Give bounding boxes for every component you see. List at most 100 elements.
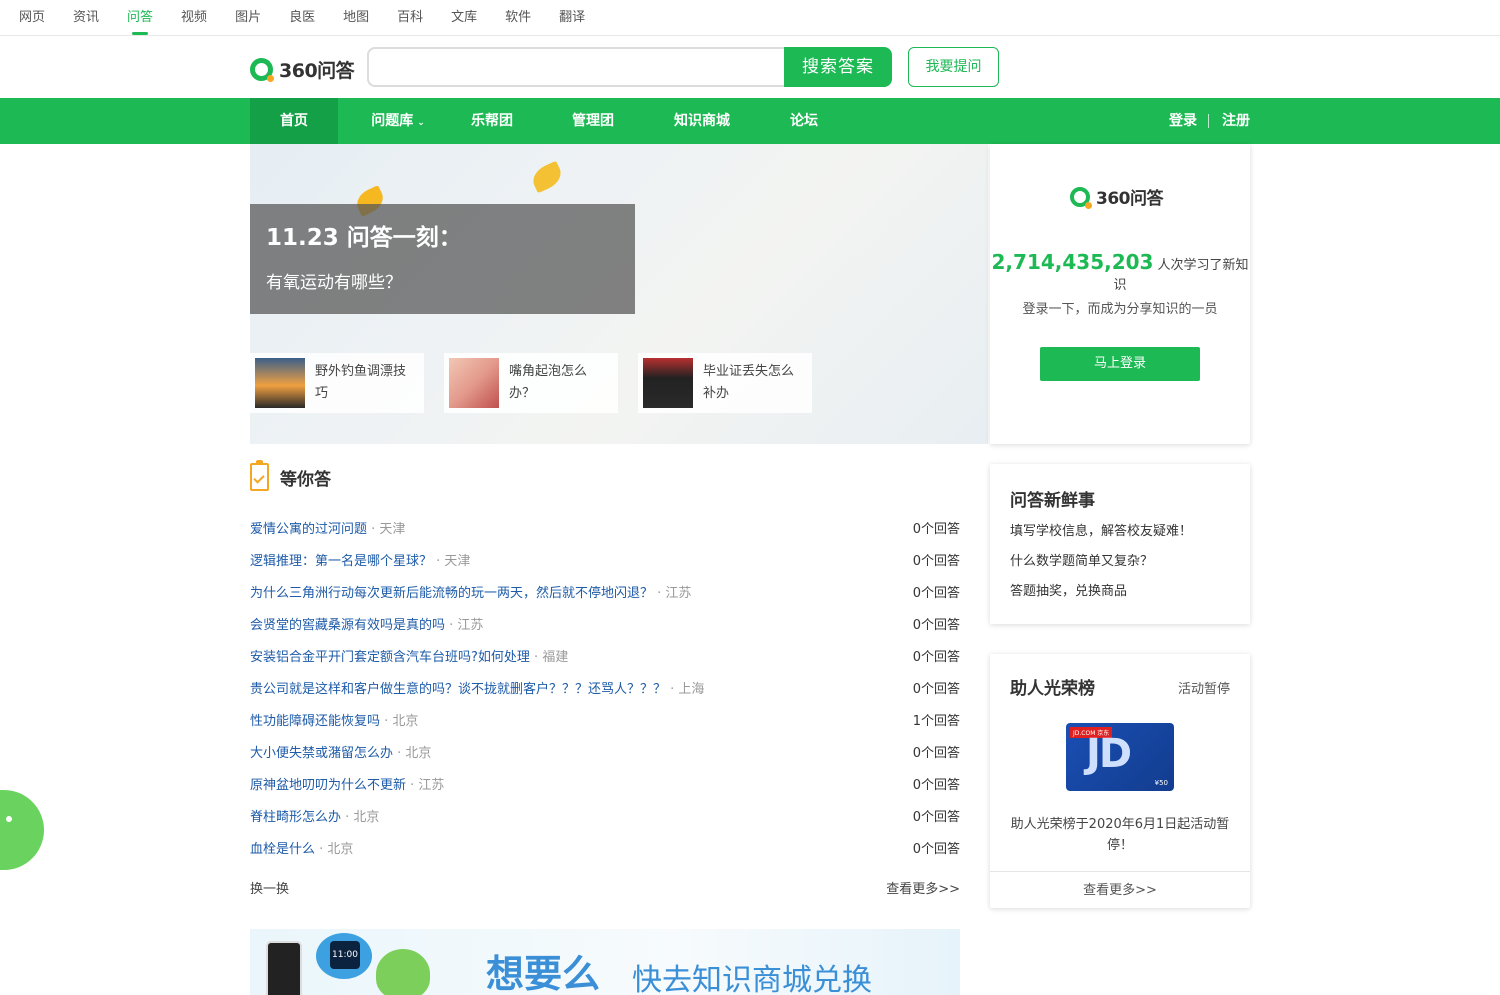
question-location-sep: ·	[432, 554, 445, 569]
search-button[interactable]: 搜索答案	[784, 47, 892, 87]
mall-promo-banner[interactable]: 11:00 想要么 快去知识商城兑换	[250, 929, 960, 995]
question-location-sep: ·	[666, 682, 679, 697]
site-logo[interactable]: 360问答	[250, 56, 355, 83]
question-link[interactable]: 逻辑推理：第一名是哪个星球？	[250, 554, 432, 569]
qa-news-panel: 问答新鲜事 填写学校信息，解答校友疑难！ 什么数学题简单又复杂？ 答题抽奖，兑换…	[990, 464, 1250, 624]
question-link[interactable]: 贵公司就是这样和客户做生意的吗？谈不拢就删客户？？？还骂人？？？	[250, 682, 666, 697]
wait-answer-title: 等你答	[280, 469, 331, 490]
banner-card-text: 毕业证丢失怎么补办	[703, 364, 795, 401]
login-panel: 360问答 2,714,435,203 人次学习了新知识 登录一下，而成为分享知识…	[990, 144, 1250, 444]
banner-title: 11.23 问答一刻：	[266, 225, 462, 251]
question-link[interactable]: 血栓是什么	[250, 842, 315, 857]
menu-question-bank-label: 问题库	[371, 113, 414, 129]
question-row: 血栓是什么 · 北京 0个回答	[250, 834, 960, 866]
mascot-widget[interactable]	[0, 790, 44, 870]
question-link[interactable]: 安装铝合金平开门套定额含汽车台班吗?如何处理	[250, 650, 530, 665]
question-link[interactable]: 大小便失禁或潴留怎么办	[250, 746, 393, 761]
honor-rank-panel: 助人光荣榜 活动暂停 JD.COM 京东 JD ¥50 助人光荣榜于2020年6…	[990, 654, 1250, 908]
header: 360问答 搜索答案 我要提问	[0, 36, 1500, 98]
banner-card-lips[interactable]: 嘴角起泡怎么办？	[444, 353, 618, 413]
question-row: 为什么三角洲行动每次更新后能流畅的玩一两天，然后就不停地闪退？ · 江苏 0个回答	[250, 578, 960, 610]
channel-doctor[interactable]: 良医	[289, 0, 315, 36]
learn-counter: 2,714,435,203 人次学习了新知识	[990, 250, 1250, 293]
banner-subtitle: 有氧运动有哪些？	[266, 273, 402, 293]
featured-banner[interactable]: 11.23 问答一刻： 有氧运动有哪些？ 野外钓鱼调漂技巧 嘴角起泡怎么办？ 毕…	[250, 144, 988, 444]
question-location: 江苏	[457, 618, 484, 633]
banner-card-diploma[interactable]: 毕业证丢失怎么补办	[638, 353, 812, 413]
question-list: 爱情公寓的过河问题 · 天津 0个回答 逻辑推理：第一名是哪个星球？ · 天津 0个…	[250, 514, 960, 866]
watch-face: 11:00	[330, 941, 360, 969]
question-location-sep: ·	[367, 522, 380, 537]
question-location-sep: ·	[393, 746, 406, 761]
menu-admin-group[interactable]: 管理团	[563, 98, 623, 144]
news-item[interactable]: 答题抽奖，兑换商品	[1010, 577, 1230, 607]
channel-map[interactable]: 地图	[343, 0, 369, 36]
promo-headline: 想要么	[486, 952, 601, 995]
question-link[interactable]: 为什么三角洲行动每次更新后能流畅的玩一两天，然后就不停地闪退？	[250, 586, 653, 601]
question-row: 贵公司就是这样和客户做生意的吗？谈不拢就删客户？？？还骂人？？？ · 上海 0个回…	[250, 674, 960, 706]
banner-card-text: 嘴角起泡怎么办？	[509, 364, 588, 401]
banner-card-text: 野外钓鱼调漂技巧	[315, 364, 407, 401]
question-link[interactable]: 会贤堂的窖藏桑源有效吗是真的吗	[250, 618, 445, 633]
channel-qa[interactable]: 问答	[127, 0, 153, 36]
question-link[interactable]: 爱情公寓的过河问题	[250, 522, 367, 537]
main-menu: 首页 问题库 ⌄ 乐帮团 管理团 知识商城 论坛 登录 注册	[0, 98, 1500, 144]
jd-gift-card-image: JD.COM 京东 JD ¥50	[1066, 723, 1174, 791]
question-location: 北京	[353, 810, 380, 825]
channel-translate[interactable]: 翻译	[559, 0, 585, 36]
question-link[interactable]: 原神盆地叨叨为什么不更新	[250, 778, 406, 793]
question-location: 北京	[392, 714, 419, 729]
question-location-sep: ·	[529, 650, 543, 665]
banner-headline-card[interactable]: 11.23 问答一刻： 有氧运动有哪些？	[250, 204, 635, 314]
channel-web[interactable]: 网页	[19, 0, 45, 36]
learn-count: 2,714,435,203	[991, 250, 1154, 274]
question-row: 原神盆地叨叨为什么不更新 · 江苏 0个回答	[250, 770, 960, 802]
channel-software[interactable]: 软件	[505, 0, 531, 36]
login-link[interactable]: 登录	[1169, 98, 1197, 144]
channel-wenku[interactable]: 文库	[451, 0, 477, 36]
lips-closeup-image	[449, 358, 499, 408]
question-location: 天津	[379, 522, 406, 537]
login-tip: 登录一下，而成为分享知识的一员	[1022, 302, 1218, 317]
panel-logo: 360问答	[1070, 184, 1164, 209]
jd-card-letters: JD	[1086, 731, 1132, 777]
channel-baike[interactable]: 百科	[397, 0, 423, 36]
banner-card-fishing[interactable]: 野外钓鱼调漂技巧	[250, 353, 424, 413]
more-questions-link[interactable]: 查看更多>>	[886, 878, 960, 897]
channel-nav: 网页 资讯 问答 视频 图片 良医 地图 百科 文库 软件 翻译	[0, 0, 1500, 36]
channel-news[interactable]: 资讯	[73, 0, 99, 36]
leaf-decoration	[528, 160, 566, 194]
question-link[interactable]: 脊柱畸形怎么办	[250, 810, 341, 825]
question-location-sep: ·	[653, 586, 666, 601]
wait-answer-header: 等你答	[250, 460, 331, 491]
answer-count: 0个回答	[912, 810, 960, 825]
menu-helper-group[interactable]: 乐帮团	[462, 98, 522, 144]
menu-knowledge-mall[interactable]: 知识商城	[669, 98, 735, 144]
register-link[interactable]: 注册	[1222, 98, 1250, 144]
rank-more-link[interactable]: 查看更多>>	[990, 871, 1250, 908]
refresh-link[interactable]: 换一换	[250, 878, 289, 897]
chevron-down-icon: ⌄	[417, 118, 425, 128]
question-row: 爱情公寓的过河问题 · 天津 0个回答	[250, 514, 960, 546]
search-input[interactable]	[367, 47, 785, 87]
question-location: 江苏	[418, 778, 445, 793]
menu-question-bank[interactable]: 问题库 ⌄	[368, 98, 428, 144]
question-location: 福建	[542, 650, 569, 665]
channel-images[interactable]: 图片	[235, 0, 261, 36]
frog-toy-image	[376, 949, 430, 995]
menu-home[interactable]: 首页	[250, 98, 338, 144]
menu-forum[interactable]: 论坛	[784, 98, 824, 144]
login-now-button[interactable]: 马上登录	[1040, 347, 1200, 381]
news-item[interactable]: 什么数学题简单又复杂？	[1010, 547, 1230, 577]
question-location: 上海	[678, 682, 705, 697]
graduate-photo-image	[643, 358, 693, 408]
news-item[interactable]: 填写学校信息，解答校友疑难！	[1010, 517, 1230, 547]
ask-question-button[interactable]: 我要提问	[908, 47, 999, 87]
answer-count: 0个回答	[912, 842, 960, 857]
question-location: 天津	[444, 554, 471, 569]
question-link[interactable]: 性功能障碍还能恢复吗	[250, 714, 380, 729]
phone-product-image	[266, 941, 302, 995]
question-location-sep: ·	[341, 810, 354, 825]
qa-news-title: 问答新鲜事	[1010, 491, 1095, 511]
channel-video[interactable]: 视频	[181, 0, 207, 36]
